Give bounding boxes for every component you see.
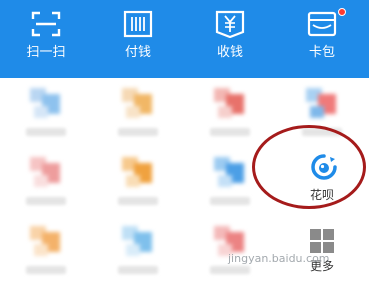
yuan-receive-icon: [215, 10, 245, 38]
blurred-app-item[interactable]: [92, 78, 184, 147]
blurred-app-icon: [118, 222, 158, 262]
blurred-app-item[interactable]: [0, 216, 92, 285]
scan-label: 扫一扫: [26, 45, 66, 60]
blurred-app-label: [118, 128, 158, 136]
blurred-app-icon: [118, 84, 158, 124]
scan-button[interactable]: 扫一扫: [0, 0, 92, 78]
blurred-app-icon: [302, 84, 342, 124]
blurred-app-icon: [210, 84, 250, 124]
blurred-app-label: [302, 128, 342, 136]
card-wallet-label: 卡包: [308, 45, 335, 60]
blurred-app-label: [26, 266, 66, 274]
barcode-pay-icon: [123, 10, 153, 38]
blurred-app-label: [26, 128, 66, 136]
blurred-app-item[interactable]: [0, 78, 92, 147]
blurred-app-label: [118, 197, 158, 205]
blurred-app-item[interactable]: [184, 78, 276, 147]
blurred-app-label: [118, 266, 158, 274]
blurred-app-icon: [26, 222, 66, 262]
blurred-app-item[interactable]: [276, 78, 368, 147]
grid-more-icon: [310, 229, 334, 253]
watermark: jingyan.baidu.com: [228, 252, 330, 265]
blurred-app-item[interactable]: [92, 216, 184, 285]
blurred-app-icon: [26, 84, 66, 124]
receive-label: 收钱: [216, 45, 243, 60]
receive-button[interactable]: 收钱: [184, 0, 276, 78]
blurred-app-label: [26, 197, 66, 205]
blurred-app-item[interactable]: [0, 147, 92, 216]
huabei-label: 花呗: [309, 188, 334, 202]
blurred-app-icon: [118, 153, 158, 193]
blurred-app-item[interactable]: [184, 147, 276, 216]
notification-badge: [338, 8, 346, 16]
blurred-app-label: [210, 197, 250, 205]
blurred-app-item[interactable]: [184, 216, 276, 285]
card-wallet-button[interactable]: 卡包: [276, 0, 368, 78]
pay-button[interactable]: 付钱: [92, 0, 184, 78]
more-app-item[interactable]: 更多: [276, 216, 368, 285]
blurred-app-icon: [210, 153, 250, 193]
blurred-app-label: [210, 266, 250, 274]
huabei-app-item[interactable]: 花呗: [276, 147, 368, 216]
blurred-app-label: [210, 128, 250, 136]
blurred-app-item[interactable]: [92, 147, 184, 216]
blurred-app-icon: [26, 153, 66, 193]
huabei-icon: [311, 154, 337, 180]
pay-label: 付钱: [124, 45, 151, 60]
top-action-bar: 扫一扫 付钱 收钱 卡包: [0, 0, 369, 78]
wallet-card-icon: [307, 11, 337, 37]
scan-icon: [31, 11, 61, 37]
